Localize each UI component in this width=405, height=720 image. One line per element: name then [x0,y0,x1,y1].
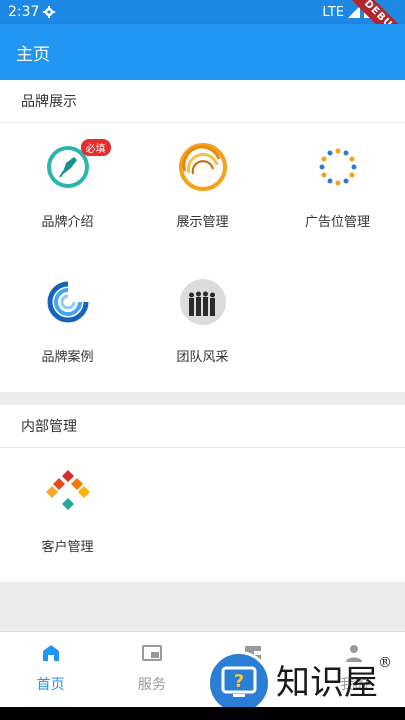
diamond-logo-icon [45,470,90,510]
grid-item-label: 品牌介绍 [41,215,94,230]
nav-label: 首页 [36,677,65,693]
section-header: 品牌展示 [0,80,405,123]
grid-item-brand-intro[interactable]: 必填 品牌介绍 [0,123,135,258]
section-header: 内部管理 [0,405,405,448]
nav-home[interactable]: 首页 [0,632,101,707]
page-title: 主页 [16,44,50,65]
network-type: LTE [322,4,344,20]
svg-text:?: ? [234,671,244,692]
grid-item-label: 展示管理 [176,215,229,230]
grid-item-ad-manage[interactable]: 广告位管理 [270,123,405,258]
watermark-brand-text: 知识屋 [276,663,378,703]
status-time: 2:37 [8,4,40,20]
nav-service[interactable]: 服务 [101,632,202,707]
internal-section: 内部管理 客户管理 [0,405,405,582]
signal-icon [348,6,360,18]
watermark-brand: 知识屋® [276,655,392,704]
grid-item-team-style[interactable]: 团队风采 [135,258,270,393]
watermark-logo: ? [207,651,271,715]
dot-ring-icon [319,148,356,186]
orange-swirl-icon [178,143,227,191]
nav-label: 服务 [137,677,166,693]
grid-item-label: 客户管理 [41,540,94,555]
blue-swirl-icon [47,281,88,323]
app-bar: 主页 [0,24,405,80]
required-badge: 必填 [80,139,111,156]
grid-item-display-manage[interactable]: 展示管理 [135,123,270,258]
picture-in-picture-icon [141,645,162,661]
status-bar: 2:37 LTE DEBUG [0,0,405,60]
grid-item-customer-manage[interactable]: 客户管理 [0,448,135,583]
gear-icon [43,6,56,18]
system-nav-bar [0,707,405,720]
watermark-reg: ® [378,655,392,671]
grid-item-label: 广告位管理 [304,215,370,230]
grid-item-label: 品牌案例 [41,350,94,365]
grid-item-brand-cases[interactable]: 品牌案例 [0,258,135,393]
home-icon [42,645,59,661]
grid-item-label: 团队风采 [176,350,229,365]
team-photo-icon [179,279,226,325]
question-monitor-icon: ? [221,666,257,697]
brand-section: 品牌展示 必填 品牌介绍 展示管理 广告位管理 品牌案例 团队风采 [0,80,405,392]
